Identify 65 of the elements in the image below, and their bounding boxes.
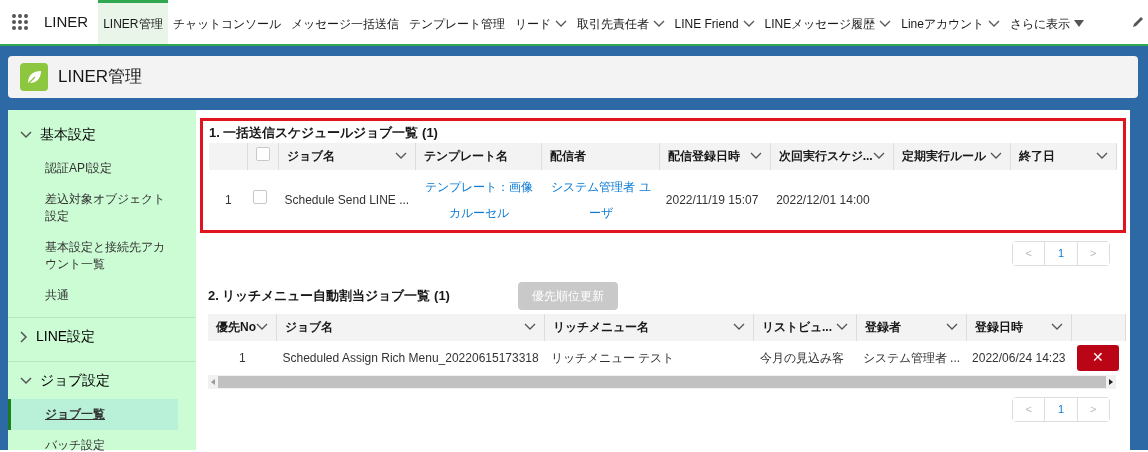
horizontal-scrollbar[interactable] [208, 374, 1116, 389]
table-link[interactable]: システム管理者 ユーザ [547, 173, 654, 226]
section-header[interactable]: LINE設定 [8, 318, 196, 355]
column-header: 配信者 [550, 148, 587, 165]
nav-tab[interactable]: チャットコンソール [167, 0, 286, 44]
nav-tab[interactable]: テンプレート管理 [403, 0, 510, 44]
table-cell: 2022/06/24 14:23 [972, 350, 1066, 365]
nav-tab[interactable]: LINEメッセージ履歴 [759, 0, 897, 44]
sidebar-item[interactable]: 共通 [8, 280, 178, 311]
pencil-icon [1132, 16, 1144, 28]
sidebar-item[interactable]: 基本設定と接続先アカウント一覧 [8, 232, 178, 280]
page-title: LINER管理 [58, 66, 143, 89]
caret-down-icon [1073, 19, 1084, 28]
table-cell: Scheduled Assign Rich Menu_20220615173318 [282, 350, 539, 365]
leaf-icon [20, 63, 48, 91]
sidebar-item[interactable]: 認証API設定 [8, 153, 178, 184]
chevron-down-icon [20, 130, 32, 139]
section-title: 1. 一括送信スケジュールジョブ一覧 (1) [209, 124, 439, 142]
nav-tab[interactable]: 取引先責任者 [571, 0, 670, 44]
table-cell: 2022/12/01 14:00 [776, 192, 870, 207]
table-cell: システム管理者 ... [862, 350, 961, 365]
column-header: テンプレート名 [423, 148, 508, 165]
chevron-down-icon [554, 19, 567, 28]
chevron-down-icon [872, 152, 885, 160]
chevron-down-icon [20, 376, 32, 385]
chevron-down-icon [749, 152, 762, 160]
chevron-right-icon [20, 330, 28, 343]
nav-tab[interactable]: リード [509, 0, 572, 44]
nav-tab[interactable]: Lineアカウント [896, 0, 1005, 44]
chevron-down-icon [733, 323, 745, 331]
chevron-down-icon [742, 19, 755, 28]
chevron-down-icon [836, 323, 849, 331]
select-all-checkbox[interactable] [255, 146, 270, 161]
chevron-down-icon [524, 323, 537, 331]
chevron-down-icon [990, 152, 1003, 160]
chevron-down-icon [1051, 323, 1063, 331]
row-number: 1 [238, 350, 246, 365]
table-cell: 2022/11/19 15:07 [665, 192, 759, 207]
nav-tab[interactable]: メッセージ一括送信 [285, 0, 404, 44]
delete-button[interactable]: ✕ [1077, 344, 1120, 371]
nav-tab[interactable]: LINER管理 [98, 0, 168, 44]
section-header[interactable]: 基本設定 [8, 116, 196, 153]
chevron-down-icon [1096, 152, 1108, 160]
sidebar-item[interactable]: ジョブ一覧 [8, 399, 178, 430]
nav-tab[interactable]: LINE Friend [669, 0, 760, 44]
chevron-down-icon [652, 19, 665, 28]
app-launcher-icon[interactable] [11, 13, 29, 31]
table-link[interactable]: テンプレート：画像カルーセル [421, 173, 536, 226]
section-header[interactable]: ジョブ設定 [8, 362, 196, 399]
table-cell: 今月の見込み客 [759, 350, 844, 365]
nav-tab[interactable]: さらに表示 [1004, 0, 1089, 44]
table-cell: Schedule Send LINE ... [284, 192, 410, 207]
section-title: 2. リッチメニュー自動割当ジョブ一覧 (1) [208, 286, 450, 305]
sidebar-item[interactable]: 差込対象オブジェクト設定 [8, 184, 178, 232]
column-header[interactable]: ジョブ名 [285, 318, 333, 336]
chevron-down-icon [394, 152, 407, 160]
chevron-down-icon [987, 19, 1000, 28]
row-number: 1 [224, 192, 232, 207]
app-name: LINER [43, 11, 90, 32]
table-cell: リッチメニュー テスト [550, 350, 675, 365]
chevron-down-icon [879, 19, 892, 28]
chevron-down-icon [256, 323, 268, 331]
sidebar-item[interactable]: バッチ設定 [8, 430, 178, 452]
row-checkbox[interactable] [253, 190, 268, 204]
chevron-down-icon [945, 323, 958, 331]
